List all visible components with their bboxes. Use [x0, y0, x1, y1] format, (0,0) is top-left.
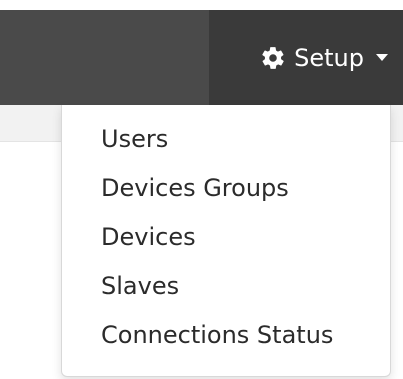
menu-item-devices[interactable]: Devices: [62, 213, 390, 262]
menu-item-connections-status[interactable]: Connections Status: [62, 311, 390, 360]
setup-dropdown-menu: Users Devices Groups Devices Slaves Conn…: [61, 105, 391, 377]
caret-down-icon: [376, 54, 388, 61]
setup-label: Setup: [294, 43, 364, 72]
gear-icon: [260, 45, 286, 71]
setup-dropdown-toggle[interactable]: Setup: [209, 10, 403, 105]
navbar-left-area: [0, 10, 209, 105]
menu-item-slaves[interactable]: Slaves: [62, 262, 390, 311]
top-navbar: Setup: [0, 10, 403, 105]
menu-item-users[interactable]: Users: [62, 115, 390, 164]
menu-item-devices-groups[interactable]: Devices Groups: [62, 164, 390, 213]
